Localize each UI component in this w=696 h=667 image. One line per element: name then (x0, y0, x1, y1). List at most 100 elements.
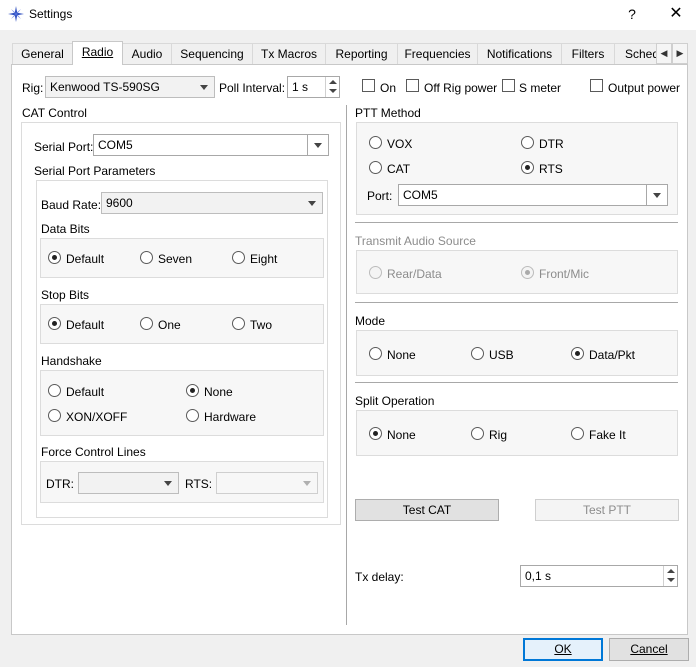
spin-up-icon (329, 80, 337, 84)
divider (355, 222, 678, 223)
rts-select[interactable] (216, 472, 318, 494)
s-meter-checkbox[interactable] (502, 79, 515, 92)
test-ptt-button[interactable]: Test PTT (535, 499, 679, 521)
column-divider (346, 105, 347, 625)
tab-general[interactable]: General (12, 43, 73, 64)
mode-none-label: None (387, 348, 416, 362)
title-bar (0, 0, 696, 30)
poll-interval-spinbox[interactable]: 1 s (287, 76, 340, 98)
stop-bits-default-label: Default (66, 318, 105, 332)
data-bits-seven-radio[interactable] (140, 251, 153, 264)
poll-interval-label: Poll Interval: (219, 81, 286, 95)
spin-down-icon (667, 578, 675, 582)
stop-bits-one-label: One (158, 318, 181, 332)
dtr-label: DTR: (46, 477, 74, 491)
combo-separator (646, 185, 647, 205)
combo-separator (307, 135, 308, 155)
tab-filters[interactable]: Filters (561, 43, 615, 64)
ptt-rts-radio[interactable] (521, 161, 534, 174)
cancel-button[interactable]: Cancel (609, 638, 689, 661)
data-bits-eight-label: Eight (250, 252, 278, 266)
tx-delay-spinbox[interactable]: 0,1 s (520, 565, 678, 587)
tab-radio[interactable]: Radio (72, 41, 123, 65)
chevron-down-icon (200, 85, 208, 90)
tab-tx-macros[interactable]: Tx Macros (252, 43, 326, 64)
stop-bits-default-radio[interactable] (48, 317, 61, 330)
handshake-xonxoff-radio[interactable] (48, 409, 61, 422)
ptt-port-combo[interactable]: COM5 (398, 184, 668, 206)
serial-port-parameters-group: Baud Rate: 9600 Data Bits Default Seven … (36, 180, 328, 518)
ptt-method-group: VOX DTR CAT RTS Port: COM5 (356, 122, 678, 215)
audio-rear-data-label: Rear/Data (387, 267, 442, 281)
stop-bits-two-radio[interactable] (232, 317, 245, 330)
output-power-checkbox[interactable] (590, 79, 603, 92)
baud-rate-select[interactable]: 9600 (101, 192, 323, 214)
tab-scroll-left-button[interactable]: ◀ (656, 43, 672, 64)
on-checkbox-label: On (380, 81, 397, 95)
output-power-label: Output power (608, 81, 681, 95)
poll-interval-spin-buttons[interactable] (325, 77, 339, 97)
window-title: Settings (29, 7, 73, 21)
ptt-cat-radio[interactable] (369, 161, 382, 174)
mode-title: Mode (355, 314, 386, 328)
spin-down-icon (329, 89, 337, 93)
split-rig-label: Rig (489, 428, 508, 442)
help-button[interactable]: ? (612, 0, 652, 30)
rts-label: RTS: (185, 477, 213, 491)
ptt-port-label: Port: (367, 189, 393, 203)
radio-tab-panel: Rig: Kenwood TS-590SG Poll Interval: 1 s… (11, 64, 688, 635)
handshake-none-radio[interactable] (186, 384, 199, 397)
serial-port-combo[interactable]: COM5 (93, 134, 329, 156)
off-rig-power-label: Off Rig power (424, 81, 498, 95)
mode-data-pkt-radio[interactable] (571, 347, 584, 360)
ptt-dtr-label: DTR (539, 137, 564, 151)
serial-port-label: Serial Port: (34, 140, 94, 154)
baud-rate-label: Baud Rate: (41, 198, 102, 212)
chevron-down-icon (308, 201, 316, 206)
tab-audio[interactable]: Audio (122, 43, 172, 64)
off-rig-power-checkbox[interactable] (406, 79, 419, 92)
data-bits-eight-radio[interactable] (232, 251, 245, 264)
split-operation-title: Split Operation (355, 394, 435, 408)
data-bits-default-label: Default (66, 252, 105, 266)
stop-bits-title: Stop Bits (41, 288, 90, 302)
split-none-label: None (387, 428, 416, 442)
split-fake-it-label: Fake It (589, 428, 626, 442)
ok-button[interactable]: OK (523, 638, 603, 661)
mode-usb-radio[interactable] (471, 347, 484, 360)
test-cat-button[interactable]: Test CAT (355, 499, 499, 521)
tab-schedule[interactable]: Schedu (614, 43, 658, 64)
tab-scroll-right-button[interactable]: ▶ (672, 43, 688, 64)
chevron-down-icon (303, 481, 311, 486)
split-none-radio[interactable] (369, 427, 382, 440)
tab-sequencing[interactable]: Sequencing (171, 43, 253, 64)
ptt-vox-radio[interactable] (369, 136, 382, 149)
data-bits-default-radio[interactable] (48, 251, 61, 264)
handshake-none-label: None (204, 385, 233, 399)
split-fake-it-radio[interactable] (571, 427, 584, 440)
ptt-method-title: PTT Method (355, 106, 421, 120)
stop-bits-one-radio[interactable] (140, 317, 153, 330)
ptt-vox-label: VOX (387, 137, 413, 151)
force-control-lines-title: Force Control Lines (41, 445, 146, 459)
chevron-left-icon: ◀ (660, 48, 668, 58)
mode-none-radio[interactable] (369, 347, 382, 360)
split-operation-group: None Rig Fake It (356, 410, 678, 456)
tab-reporting[interactable]: Reporting (325, 43, 398, 64)
transmit-audio-source-group: Rear/Data Front/Mic (356, 250, 678, 294)
data-bits-group: Default Seven Eight (40, 238, 324, 278)
ptt-dtr-radio[interactable] (521, 136, 534, 149)
data-bits-title: Data Bits (41, 222, 90, 236)
tx-delay-spin-buttons[interactable] (663, 566, 677, 586)
rig-select[interactable]: Kenwood TS-590SG (45, 76, 215, 98)
tab-notifications[interactable]: Notifications (477, 43, 562, 64)
close-button[interactable]: ✕ (656, 0, 696, 30)
dtr-select[interactable] (78, 472, 179, 494)
tab-frequencies[interactable]: Frequencies (397, 43, 478, 64)
handshake-hardware-radio[interactable] (186, 409, 199, 422)
on-checkbox[interactable] (362, 79, 375, 92)
audio-rear-data-radio[interactable] (369, 266, 382, 279)
handshake-default-radio[interactable] (48, 384, 61, 397)
audio-front-mic-radio[interactable] (521, 266, 534, 279)
split-rig-radio[interactable] (471, 427, 484, 440)
